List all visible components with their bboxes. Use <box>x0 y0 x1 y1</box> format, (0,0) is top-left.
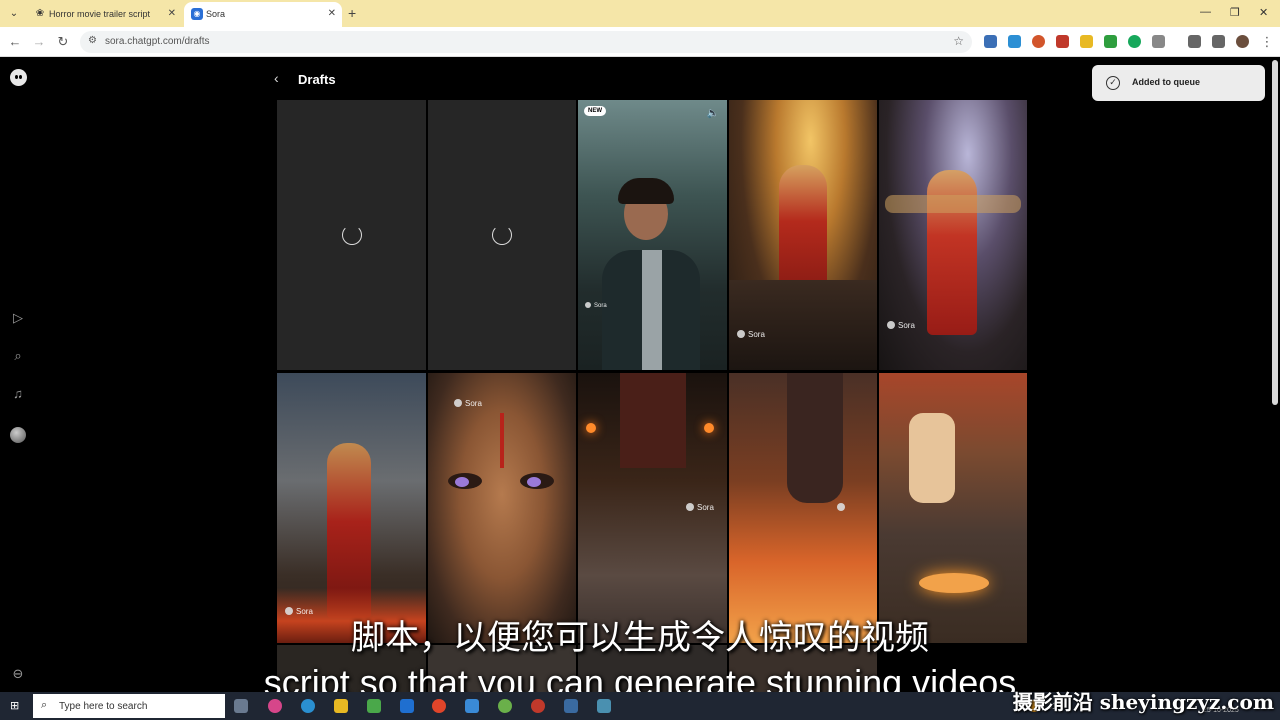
subtitle-chinese: 脚本，以便您可以生成令人惊叹的视频 <box>351 618 929 658</box>
restore-icon[interactable]: ❐ <box>1230 6 1240 19</box>
video-thumbnail <box>527 477 541 487</box>
search-icon[interactable]: ⌕ <box>10 348 26 364</box>
sora-logo-icon[interactable] <box>10 69 27 86</box>
new-tab-icon[interactable]: + <box>348 5 356 21</box>
store-icon[interactable] <box>367 699 381 713</box>
draft-tile-video[interactable]: Sora <box>879 100 1027 370</box>
chatgpt-icon: ❀ <box>35 8 45 19</box>
tab-label: Sora <box>206 9 226 19</box>
file-explorer-icon[interactable] <box>334 699 348 713</box>
scrollbar[interactable] <box>1272 60 1278 405</box>
browser-tab-bar: ⌄ ❀ Horror movie trailer script ✕ ◉ Sora… <box>0 0 1280 27</box>
app-icon[interactable] <box>498 699 512 713</box>
reading-list-icon[interactable] <box>1212 35 1225 48</box>
app-icon[interactable] <box>597 699 611 713</box>
browser-toolbar: ← → ↻ ⚙ sora.chatgpt.com/drafts ☆ ⋮ <box>0 27 1280 57</box>
edge-icon[interactable] <box>301 699 315 713</box>
check-circle-icon: ✓ <box>1106 76 1120 90</box>
video-thumbnail <box>618 178 674 204</box>
extension-icon[interactable] <box>984 35 997 48</box>
video-thumbnail <box>885 195 1021 213</box>
video-thumbnail <box>642 250 662 370</box>
search-icon: ⌕ <box>41 699 48 711</box>
tab-sora[interactable]: ◉ Sora ✕ <box>184 2 342 27</box>
taskbar-search-box[interactable]: ⌕ Type here to search <box>33 694 225 718</box>
screen: ⌄ ❀ Horror movie trailer script ✕ ◉ Sora… <box>0 0 1280 720</box>
shield-extension-icon[interactable] <box>1128 35 1141 48</box>
sora-watermark <box>837 503 848 512</box>
site-watermark: 摄影前沿 sheyingzyz.com <box>1012 690 1274 714</box>
video-thumbnail <box>779 165 827 290</box>
address-bar[interactable]: ⚙ sora.chatgpt.com/drafts ☆ <box>80 31 972 53</box>
draft-tile-video[interactable]: Sora <box>277 373 426 643</box>
video-thumbnail <box>455 477 469 487</box>
url-text: sora.chatgpt.com/drafts <box>105 36 210 47</box>
draft-tile-video[interactable] <box>879 373 1027 643</box>
site-info-icon[interactable]: ⚙ <box>88 35 97 46</box>
sora-watermark: Sora <box>454 399 482 408</box>
notification-toast: ✓ Added to queue <box>1092 65 1265 101</box>
close-icon[interactable]: ✕ <box>328 8 336 19</box>
user-avatar[interactable] <box>10 427 26 443</box>
back-arrow-icon[interactable]: ← <box>7 34 23 49</box>
forward-arrow-icon[interactable]: → <box>31 34 47 49</box>
gmail-icon[interactable] <box>1056 35 1069 48</box>
windows-start-icon[interactable]: ⊞ <box>10 700 22 712</box>
puzzle-icon[interactable] <box>1152 35 1165 48</box>
draft-tile-video[interactable]: Sora <box>578 373 727 643</box>
extension-icon[interactable] <box>1008 35 1021 48</box>
loading-spinner-icon <box>341 225 362 245</box>
reload-icon[interactable]: ↻ <box>55 34 71 50</box>
toast-message: Added to queue <box>1132 77 1200 87</box>
back-chevron-icon[interactable]: ‹ <box>274 70 279 86</box>
video-thumbnail <box>919 573 989 593</box>
minimize-icon[interactable]: — <box>1200 6 1211 18</box>
close-icon[interactable]: ✕ <box>168 8 176 19</box>
new-badge: NEW <box>584 106 606 116</box>
app-icon[interactable] <box>268 699 282 713</box>
draft-tile-video[interactable]: Sora <box>729 100 877 370</box>
sora-icon: ◉ <box>191 8 203 20</box>
chrome-icon[interactable] <box>432 699 446 713</box>
tab-label: Horror movie trailer script <box>49 9 151 19</box>
page-title: Drafts <box>298 72 336 87</box>
search-placeholder: Type here to search <box>59 701 148 712</box>
draft-tile-loading[interactable] <box>428 100 576 370</box>
task-view-icon[interactable] <box>234 699 248 713</box>
sora-watermark: Sora <box>585 302 607 309</box>
video-thumbnail <box>704 423 714 433</box>
extension-icon[interactable] <box>1032 35 1045 48</box>
draft-tile-loading[interactable] <box>277 100 426 370</box>
window-close-icon[interactable]: ✕ <box>1259 6 1268 19</box>
video-thumbnail <box>729 280 877 370</box>
bookmark-star-icon[interactable]: ☆ <box>953 34 964 48</box>
sora-page: ▷ ⌕ ♫ ⊖ ‹ Drafts NEW 🔈 Sora Sora Sora So… <box>0 58 1280 692</box>
extension-icon[interactable] <box>1080 35 1093 48</box>
menu-kebab-icon[interactable]: ⋮ <box>1259 34 1275 50</box>
draft-tile-video[interactable]: Sora <box>428 373 576 643</box>
sora-watermark: Sora <box>737 330 765 339</box>
speaker-icon[interactable]: 🔈 <box>707 108 719 119</box>
download-extension-icon[interactable] <box>1104 35 1117 48</box>
app-icon[interactable] <box>465 699 479 713</box>
video-thumbnail <box>500 413 504 468</box>
draft-tile-video[interactable] <box>729 373 877 643</box>
video-thumbnail <box>787 373 843 503</box>
video-thumbnail <box>909 413 955 503</box>
downloads-icon[interactable] <box>1188 35 1201 48</box>
app-icon[interactable] <box>564 699 578 713</box>
sora-watermark: Sora <box>686 503 714 512</box>
tab-search-icon[interactable]: ⌄ <box>5 5 23 23</box>
app-icon[interactable] <box>531 699 545 713</box>
tab-horror-script[interactable]: ❀ Horror movie trailer script ✕ <box>27 2 182 27</box>
play-icon[interactable]: ▷ <box>10 310 26 326</box>
video-thumbnail <box>586 423 596 433</box>
draft-tile-video[interactable]: NEW 🔈 Sora <box>578 100 727 370</box>
bell-icon[interactable]: ♫ <box>10 386 26 402</box>
video-thumbnail <box>620 373 686 468</box>
mail-icon[interactable] <box>400 699 414 713</box>
loading-spinner-icon <box>492 225 512 245</box>
sora-watermark: Sora <box>887 321 915 330</box>
profile-avatar[interactable] <box>1236 35 1249 48</box>
